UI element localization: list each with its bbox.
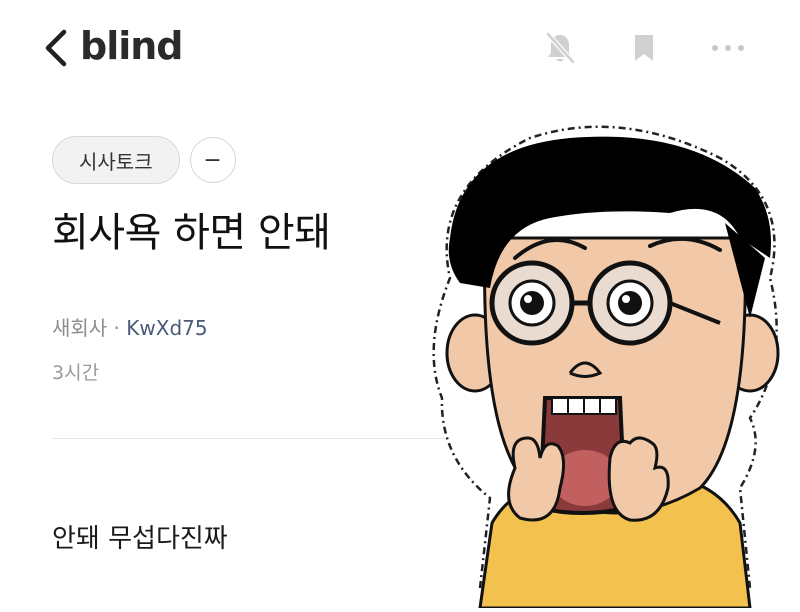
author-company[interactable]: 새회사 (52, 316, 107, 340)
more-icon[interactable] (706, 26, 750, 70)
post-time: 3시간 (52, 362, 100, 384)
bookmark-icon[interactable] (622, 26, 666, 70)
post-meta: 새회사 · KwXd75 (52, 312, 208, 341)
chevron-left-icon[interactable] (40, 28, 74, 68)
brand-logo[interactable]: blind (80, 22, 184, 70)
meta-separator: · (107, 316, 127, 340)
bell-off-icon[interactable] (538, 26, 582, 70)
screaming-character-sticker (420, 118, 800, 610)
category-more-button[interactable]: − (189, 137, 236, 183)
category-chip[interactable]: 시사토크 (52, 136, 180, 184)
author-nickname[interactable]: KwXd75 (126, 316, 207, 340)
top-bar: blind (0, 0, 800, 96)
category-row: 시사토크 − (52, 136, 236, 184)
post-title: 회사욕 하면 안돼 (52, 210, 331, 256)
post-body: 안돼 무섭다진짜 (52, 524, 228, 554)
